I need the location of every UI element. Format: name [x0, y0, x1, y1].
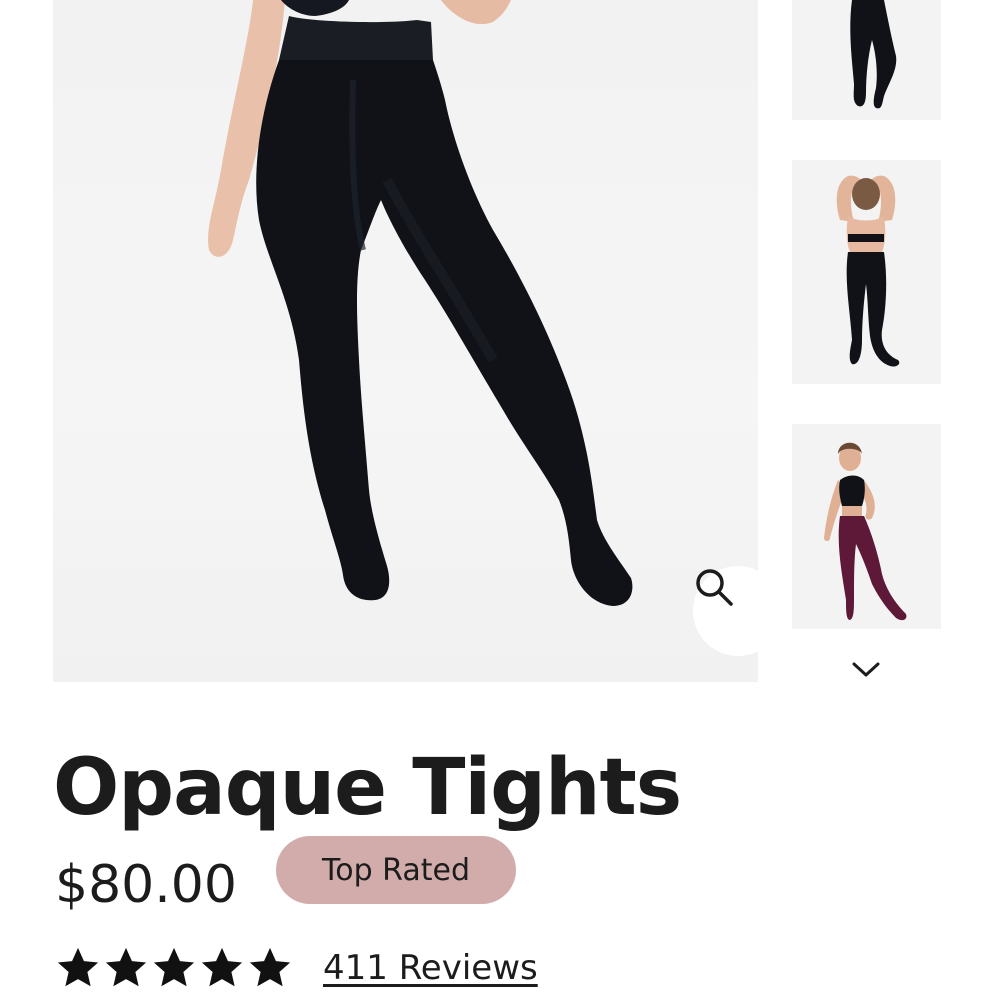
thumbnails-scroll-down[interactable] [846, 652, 886, 688]
star-rating [55, 945, 293, 991]
rating-row[interactable]: 411 Reviews [55, 940, 538, 996]
burgundy-tights-front-photo [824, 442, 907, 621]
product-title: Opaque Tights [53, 743, 682, 833]
black-tights-side-photo [850, 0, 897, 109]
product-price: $80.00 [55, 855, 237, 915]
star-icon [105, 947, 147, 987]
thumbnail-3[interactable] [792, 424, 941, 629]
black-tights-back-photo [836, 175, 900, 367]
search-icon [696, 569, 733, 606]
star-icon [201, 947, 243, 987]
star-icon [249, 947, 291, 987]
tights-model-photo [208, 0, 633, 606]
thumbnail-2[interactable] [792, 160, 941, 384]
main-product-image[interactable] [53, 0, 758, 682]
star-icon [57, 947, 99, 987]
product-page: Opaque Tights $80.00 Top Rated 411 Revie… [0, 0, 1000, 1000]
top-rated-badge: Top Rated [276, 836, 516, 904]
thumbnail-1[interactable] [792, 0, 941, 120]
star-icon [153, 947, 195, 987]
chevron-down-icon [852, 662, 880, 677]
reviews-link[interactable]: 411 Reviews [323, 948, 538, 988]
